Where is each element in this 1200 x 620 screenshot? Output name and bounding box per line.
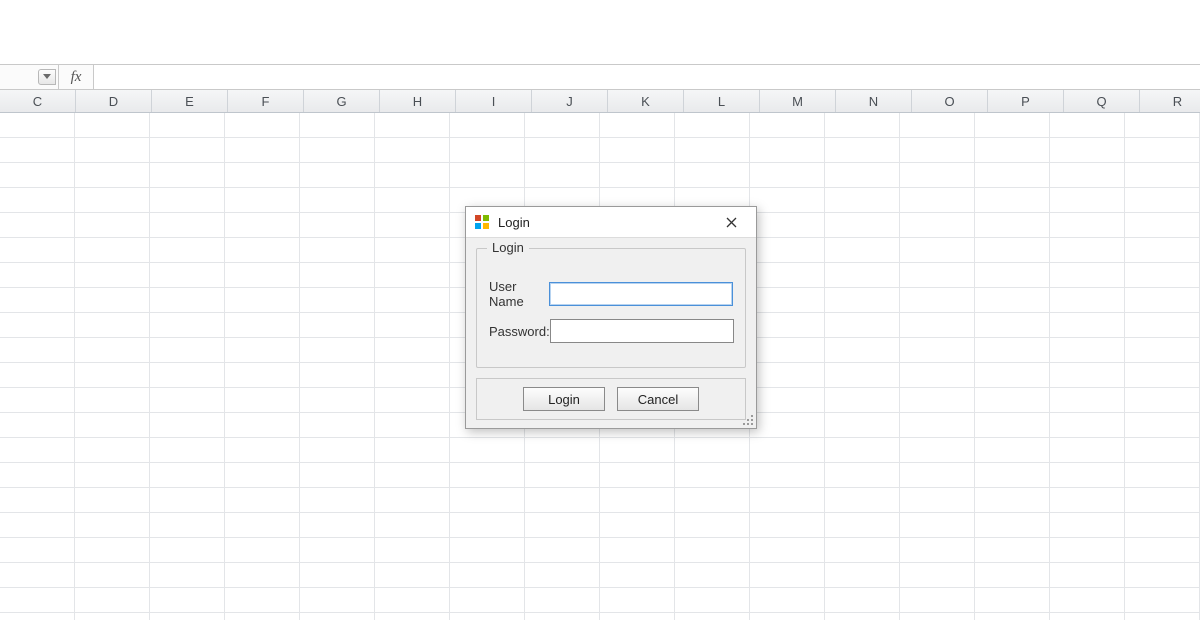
formula-input[interactable] [94,65,1200,89]
column-header[interactable]: J [532,90,608,112]
password-row: Password: [489,319,733,343]
password-label: Password: [489,324,550,339]
column-header[interactable]: M [760,90,836,112]
column-header[interactable]: K [608,90,684,112]
login-dialog: Login Login User Name Password: Login Ca… [465,206,757,429]
insert-function-button[interactable]: fx [59,65,94,89]
column-header[interactable]: Q [1064,90,1140,112]
dialog-title: Login [498,215,712,230]
login-groupbox: Login User Name Password: [476,248,746,368]
column-header[interactable]: L [684,90,760,112]
column-header[interactable]: R [1140,90,1200,112]
column-header[interactable]: I [456,90,532,112]
column-header[interactable]: N [836,90,912,112]
login-button[interactable]: Login [523,387,605,411]
name-box[interactable] [0,65,59,89]
column-header[interactable]: E [152,90,228,112]
dialog-button-panel: Login Cancel [476,378,746,420]
fx-icon: fx [71,69,82,86]
close-icon [726,217,737,228]
username-label: User Name [489,279,549,309]
cancel-button[interactable]: Cancel [617,387,699,411]
name-box-dropdown-icon[interactable] [38,69,56,85]
column-header[interactable]: H [380,90,456,112]
ribbon-placeholder [0,0,1200,64]
form-icon [474,214,490,230]
column-header[interactable]: F [228,90,304,112]
column-header[interactable]: D [76,90,152,112]
column-header[interactable]: P [988,90,1064,112]
close-button[interactable] [712,210,750,234]
dialog-body: Login User Name Password: Login Cancel [466,238,756,428]
column-header-row: C D E F G H I J K L M N O P Q R [0,90,1200,113]
password-input[interactable] [550,319,734,343]
column-header[interactable]: G [304,90,380,112]
username-input[interactable] [549,282,733,306]
groupbox-legend: Login [487,240,529,255]
dialog-titlebar[interactable]: Login [466,207,756,238]
username-row: User Name [489,279,733,309]
resize-grip[interactable] [741,413,755,427]
column-header[interactable]: O [912,90,988,112]
formula-bar: fx [0,64,1200,90]
column-header[interactable]: C [0,90,76,112]
